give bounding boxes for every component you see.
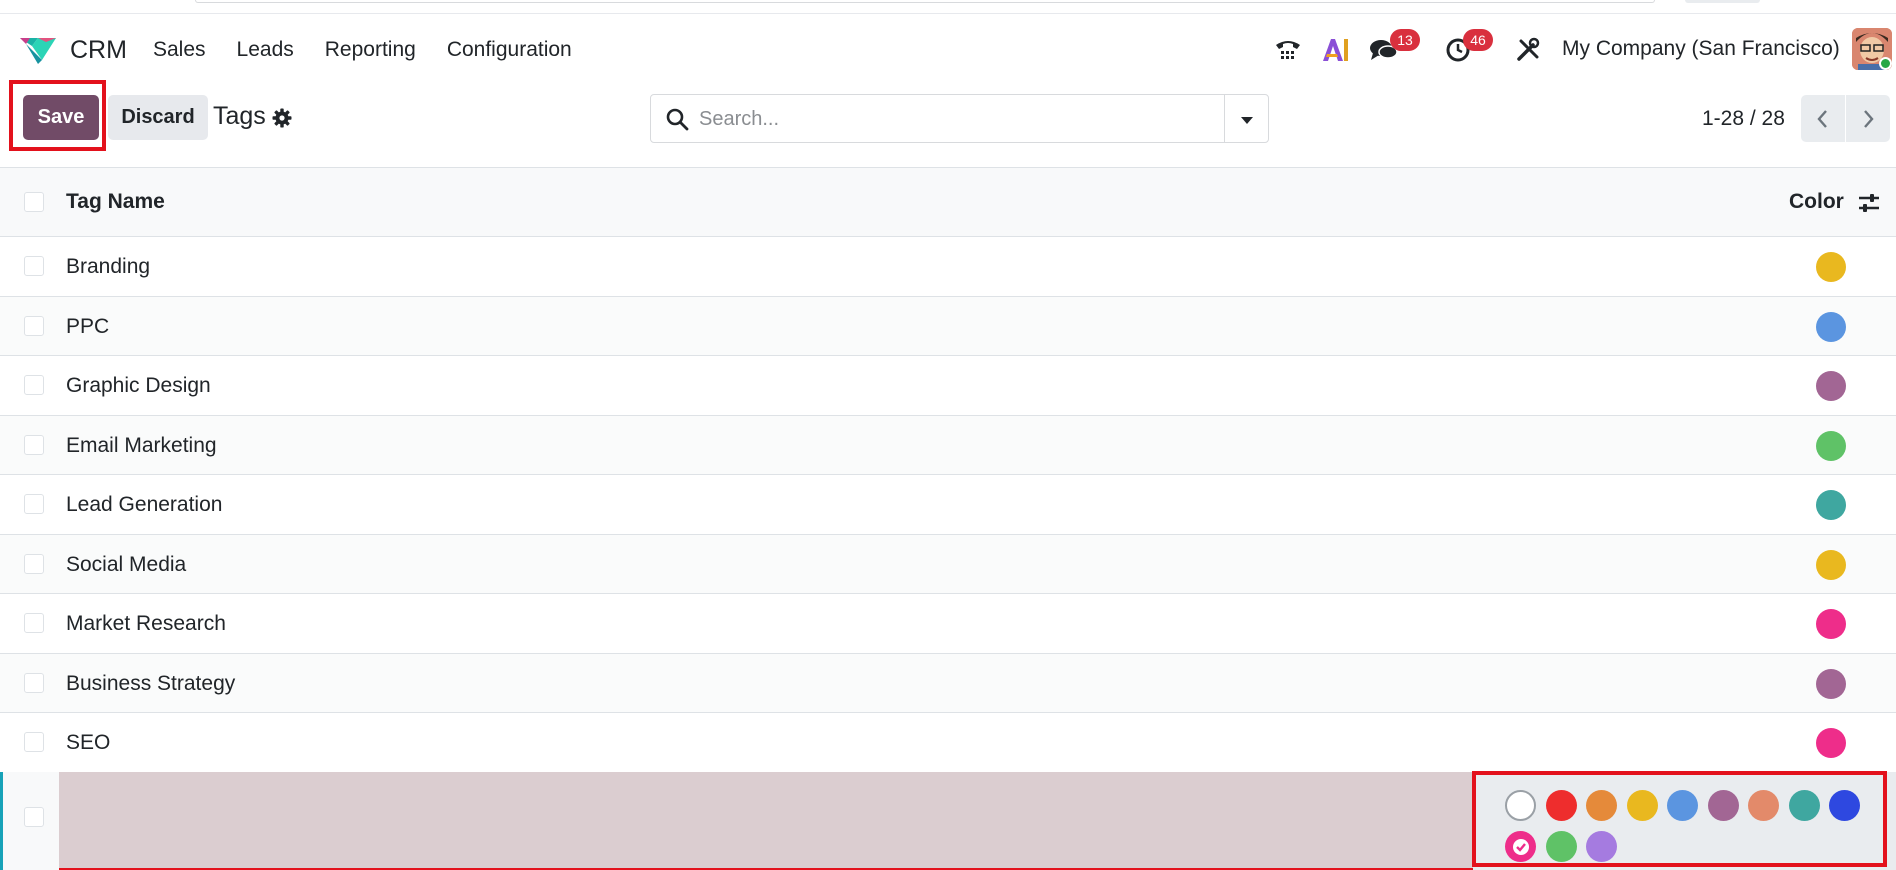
- menu-item-leads[interactable]: Leads: [237, 38, 294, 62]
- tag-name-cell[interactable]: Business Strategy: [66, 672, 235, 696]
- color-dot[interactable]: [1816, 252, 1846, 282]
- table-row[interactable]: Lead Generation: [0, 475, 1896, 535]
- color-dot[interactable]: [1816, 490, 1846, 520]
- tag-name-cell[interactable]: SEO: [66, 731, 110, 755]
- row-checkbox[interactable]: [24, 434, 44, 455]
- crm-logo-icon[interactable]: [18, 32, 58, 66]
- row-checkbox[interactable]: [24, 807, 44, 827]
- color-picker-highlight-frame: [1472, 771, 1887, 867]
- top-strip-field: [195, 0, 1655, 3]
- chevron-right-icon: [1864, 109, 1874, 128]
- column-header-color[interactable]: Color: [1789, 190, 1844, 214]
- color-dot[interactable]: [1816, 311, 1846, 342]
- user-avatar[interactable]: [1852, 28, 1892, 70]
- company-switcher[interactable]: My Company (San Francisco): [1562, 37, 1840, 61]
- main-navbar: CRM Sales Leads Reporting Configuration …: [0, 14, 1896, 84]
- table-row[interactable]: SEO: [0, 713, 1896, 773]
- table-row[interactable]: Market Research: [0, 594, 1896, 654]
- search-icon: [666, 108, 689, 131]
- column-header-tag-name[interactable]: Tag Name: [66, 190, 165, 214]
- menu-item-configuration[interactable]: Configuration: [447, 38, 572, 62]
- color-dot[interactable]: [1816, 430, 1846, 461]
- color-dot[interactable]: [1816, 668, 1846, 699]
- select-all-checkbox[interactable]: [24, 192, 44, 212]
- tags-list: Tag Name Color Branding PPC Graphic Design…: [0, 167, 1896, 773]
- tools-icon[interactable]: [1512, 34, 1544, 66]
- discard-button[interactable]: Discard: [108, 95, 208, 140]
- color-dot[interactable]: [1816, 728, 1846, 758]
- search-options-toggle[interactable]: [1237, 110, 1257, 130]
- browser-top-strip: [0, 0, 1896, 14]
- tag-name-cell[interactable]: PPC: [66, 315, 109, 339]
- row-checkbox[interactable]: [24, 494, 44, 514]
- table-row[interactable]: Email Marketing: [0, 415, 1896, 475]
- pager-value[interactable]: 1-28 / 28: [1702, 107, 1785, 131]
- row-checkbox[interactable]: [24, 732, 44, 752]
- row-checkbox[interactable]: [24, 613, 44, 633]
- search-divider: [1224, 95, 1225, 142]
- save-button[interactable]: Save: [23, 95, 99, 140]
- color-dot[interactable]: [1816, 371, 1846, 401]
- tag-name-cell[interactable]: Email Marketing: [66, 434, 217, 458]
- activities-badge: 46: [1463, 29, 1493, 51]
- search-input[interactable]: [699, 103, 1199, 135]
- ai-icon[interactable]: [1320, 34, 1352, 66]
- table-row[interactable]: Branding: [0, 237, 1896, 297]
- row-checkbox[interactable]: [24, 672, 44, 693]
- row-checkbox[interactable]: [24, 375, 44, 395]
- top-strip-button: [1685, 0, 1760, 3]
- pager-next-button[interactable]: [1846, 95, 1890, 142]
- pager-previous-button[interactable]: [1801, 95, 1845, 142]
- color-dot[interactable]: [1816, 549, 1846, 580]
- table-row[interactable]: Graphic Design: [0, 356, 1896, 416]
- row-checkbox[interactable]: [24, 315, 44, 336]
- gear-icon[interactable]: [272, 108, 292, 128]
- tag-name-cell[interactable]: Social Media: [66, 553, 186, 577]
- phone-icon[interactable]: [1272, 34, 1304, 66]
- tag-name-input[interactable]: EN: [59, 772, 1517, 870]
- app-name[interactable]: CRM: [70, 36, 127, 65]
- messages-badge: 13: [1390, 29, 1420, 51]
- table-row[interactable]: PPC: [0, 296, 1896, 356]
- chevron-left-icon: [1817, 109, 1827, 128]
- row-checkbox[interactable]: [24, 256, 44, 276]
- editing-row-checkbox-cell: [3, 772, 59, 870]
- tag-name-cell[interactable]: Lead Generation: [66, 493, 222, 517]
- menu-item-reporting[interactable]: Reporting: [325, 38, 416, 62]
- menu-item-sales[interactable]: Sales: [153, 38, 206, 62]
- top-menu: Sales Leads Reporting Configuration: [153, 38, 603, 62]
- row-checkbox[interactable]: [24, 553, 44, 574]
- search-bar: [650, 94, 1269, 143]
- page-title: Tags: [213, 102, 266, 130]
- list-body: Branding PPC Graphic Design Email Marketing…: [0, 237, 1896, 773]
- table-row[interactable]: Social Media: [0, 534, 1896, 594]
- color-dot[interactable]: [1816, 609, 1846, 639]
- online-status-dot: [1879, 57, 1892, 70]
- optional-columns-icon[interactable]: [1857, 192, 1881, 214]
- tag-name-cell[interactable]: Branding: [66, 255, 150, 279]
- tag-name-cell[interactable]: Market Research: [66, 612, 226, 636]
- list-header: Tag Name Color: [0, 167, 1896, 237]
- table-row[interactable]: Business Strategy: [0, 653, 1896, 713]
- tag-name-cell[interactable]: Graphic Design: [66, 374, 211, 398]
